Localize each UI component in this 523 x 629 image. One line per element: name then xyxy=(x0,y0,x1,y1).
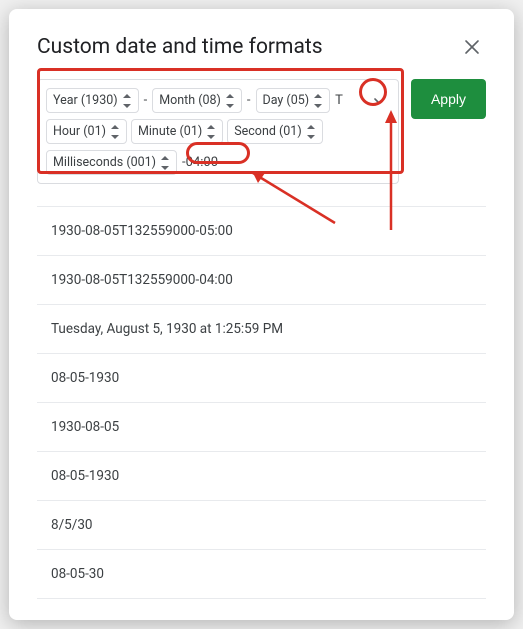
token-label: Second (01) xyxy=(234,124,301,139)
updown-icon xyxy=(306,125,316,139)
dialog-title: Custom date and time formats xyxy=(37,35,323,59)
token-label: Milliseconds (001) xyxy=(53,155,156,170)
list-item[interactable]: Tuesday, August 5, 1930 at 1:25:59 PM xyxy=(37,305,486,354)
separator-dash: - xyxy=(143,93,149,108)
token-hour[interactable]: Hour (01) xyxy=(46,119,127,144)
token-label: Year (1930) xyxy=(53,93,118,108)
list-item[interactable]: 08-05-1930 xyxy=(37,452,486,501)
separator-T: T xyxy=(334,93,344,108)
token-minute[interactable]: Minute (01) xyxy=(131,119,223,144)
list-item[interactable]: 1930-08-05 xyxy=(37,403,486,452)
add-token-button[interactable] xyxy=(368,90,390,112)
updown-icon xyxy=(225,94,235,108)
list-item[interactable]: 8/5/30 xyxy=(37,501,486,550)
token-year[interactable]: Year (1930) xyxy=(46,88,139,113)
timezone-text: -04:00 xyxy=(181,155,219,170)
close-icon xyxy=(464,39,480,55)
apply-button[interactable]: Apply xyxy=(411,79,486,119)
format-examples-list[interactable]: 1930-08-05T132559000-05:00 1930-08-05T13… xyxy=(37,206,486,620)
format-input-box[interactable]: Year (1930) - Month (08) - Day (05) T Ho… xyxy=(37,79,399,184)
token-month[interactable]: Month (08) xyxy=(152,88,242,113)
updown-icon xyxy=(206,125,216,139)
token-label: Month (08) xyxy=(159,93,221,108)
updown-icon xyxy=(122,94,132,108)
token-second[interactable]: Second (01) xyxy=(227,119,322,144)
token-label: Hour (01) xyxy=(53,124,106,139)
token-label: Minute (01) xyxy=(138,124,202,139)
list-item[interactable]: 1930-08-05T132559000-04:00 xyxy=(37,256,486,305)
token-label: Day (05) xyxy=(263,93,310,108)
list-item[interactable]: 08-05-1930 xyxy=(37,354,486,403)
custom-datetime-dialog: Custom date and time formats Year (1930)… xyxy=(9,9,514,620)
token-milliseconds[interactable]: Milliseconds (001) xyxy=(46,150,177,175)
separator-dash: - xyxy=(246,93,252,108)
close-button[interactable] xyxy=(458,33,486,61)
updown-icon xyxy=(160,156,170,170)
format-editor-row: Year (1930) - Month (08) - Day (05) T Ho… xyxy=(37,79,486,184)
updown-icon xyxy=(110,125,120,139)
list-item[interactable]: 1930-08-05T132559000-05:00 xyxy=(37,207,486,256)
token-day[interactable]: Day (05) xyxy=(256,88,331,113)
list-item[interactable]: 08-05-30 xyxy=(37,550,486,599)
updown-icon xyxy=(313,94,323,108)
chevron-down-icon xyxy=(371,93,387,109)
dialog-header: Custom date and time formats xyxy=(37,33,486,61)
